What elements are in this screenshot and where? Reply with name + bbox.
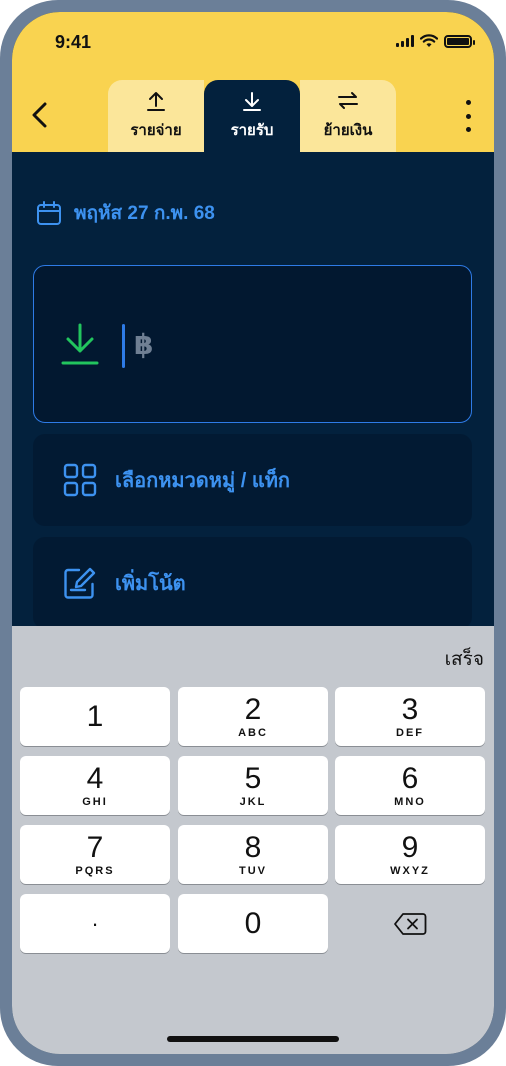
- header: 9:41 รายจ่าย รายรับ ย้ายเงิน: [12, 12, 494, 152]
- key-number: 7: [86, 830, 104, 864]
- transaction-type-tabs: รายจ่าย รายรับ ย้ายเงิน: [108, 80, 396, 152]
- key-0[interactable]: 0: [178, 894, 328, 953]
- back-button[interactable]: [26, 98, 56, 132]
- tab-income[interactable]: รายรับ: [204, 80, 300, 152]
- calendar-icon: [37, 201, 61, 225]
- category-tag-selector[interactable]: เลือกหมวดหมู่ / แท็ก: [33, 434, 472, 526]
- upload-icon: [147, 92, 165, 111]
- app-screen: 9:41 รายจ่าย รายรับ ย้ายเงิน พฤหัส 27 ก.…: [12, 12, 494, 1054]
- backspace-button[interactable]: [335, 894, 485, 953]
- tab-label: ย้ายเงิน: [323, 122, 373, 139]
- more-dot-icon: [465, 127, 471, 132]
- key-6[interactable]: 6 MNO: [335, 756, 485, 815]
- download-icon: [243, 92, 261, 111]
- key-number: 4: [86, 761, 104, 795]
- key-4[interactable]: 4 GHI: [20, 756, 170, 815]
- key-letters: TUV: [239, 864, 267, 877]
- text-cursor: [122, 324, 125, 368]
- key-letters: DEF: [396, 726, 424, 739]
- key-number: 6: [401, 761, 419, 795]
- chevron-left-icon: [32, 102, 47, 128]
- phone-frame: 9:41 รายจ่าย รายรับ ย้ายเงิน พฤหัส 27 ก.…: [0, 0, 506, 1066]
- tab-transfer[interactable]: ย้ายเงิน: [300, 80, 396, 152]
- key-letters: GHI: [82, 795, 108, 808]
- key-number: 1: [86, 699, 104, 733]
- signal-icon: [396, 35, 414, 47]
- key-number: 3: [401, 692, 419, 726]
- tab-label: รายรับ: [230, 122, 274, 139]
- note-edit-icon: [64, 567, 96, 599]
- key-decimal[interactable]: ·: [20, 894, 170, 953]
- done-button[interactable]: เสร็จ: [445, 644, 484, 674]
- key-letters: WXYZ: [390, 864, 430, 877]
- tab-expense[interactable]: รายจ่าย: [108, 80, 204, 152]
- category-label: เลือกหมวดหมู่ / แท็ก: [115, 470, 291, 492]
- grid-icon: [63, 463, 97, 497]
- key-number: 9: [401, 830, 419, 864]
- key-letters: JKL: [239, 795, 267, 808]
- income-download-icon: [61, 323, 99, 365]
- key-number: 8: [244, 830, 262, 864]
- transfer-icon: [338, 92, 358, 109]
- key-8[interactable]: 8 TUV: [178, 825, 328, 884]
- key-letters: ABC: [238, 726, 268, 739]
- key-5[interactable]: 5 JKL: [178, 756, 328, 815]
- key-letters: MNO: [394, 795, 426, 808]
- key-1[interactable]: 1: [20, 687, 170, 746]
- key-number: 0: [244, 906, 262, 940]
- status-time: 9:41: [55, 32, 92, 52]
- currency-symbol: ฿: [134, 329, 154, 360]
- date-label: พฤหัส 27 ก.พ. 68: [74, 203, 215, 224]
- more-dot-icon: [465, 113, 471, 119]
- tab-label: รายจ่าย: [130, 122, 182, 139]
- more-options-button[interactable]: [458, 100, 478, 132]
- wifi-icon: [420, 34, 438, 47]
- key-2[interactable]: 2 ABC: [178, 687, 328, 746]
- date-selector[interactable]: พฤหัส 27 ก.พ. 68: [36, 198, 215, 228]
- add-note-row[interactable]: เพิ่มโน้ต: [33, 537, 472, 629]
- numeric-keyboard: เสร็จ 1 2 ABC 3 DEF 4 GHI 5 JKL 6 MNO 7 …: [12, 626, 494, 1054]
- battery-icon: [444, 34, 475, 48]
- key-number: ·: [91, 910, 99, 936]
- key-9[interactable]: 9 WXYZ: [335, 825, 485, 884]
- status-icons: [396, 34, 475, 48]
- key-7[interactable]: 7 PQRS: [20, 825, 170, 884]
- backspace-icon: [394, 912, 427, 935]
- more-dot-icon: [465, 100, 471, 105]
- note-label: เพิ่มโน้ต: [115, 573, 186, 595]
- key-number: 5: [244, 761, 262, 795]
- key-number: 2: [244, 692, 262, 726]
- key-3[interactable]: 3 DEF: [335, 687, 485, 746]
- key-letters: PQRS: [75, 864, 115, 877]
- amount-input[interactable]: ฿: [33, 265, 472, 423]
- home-indicator: [167, 1036, 339, 1042]
